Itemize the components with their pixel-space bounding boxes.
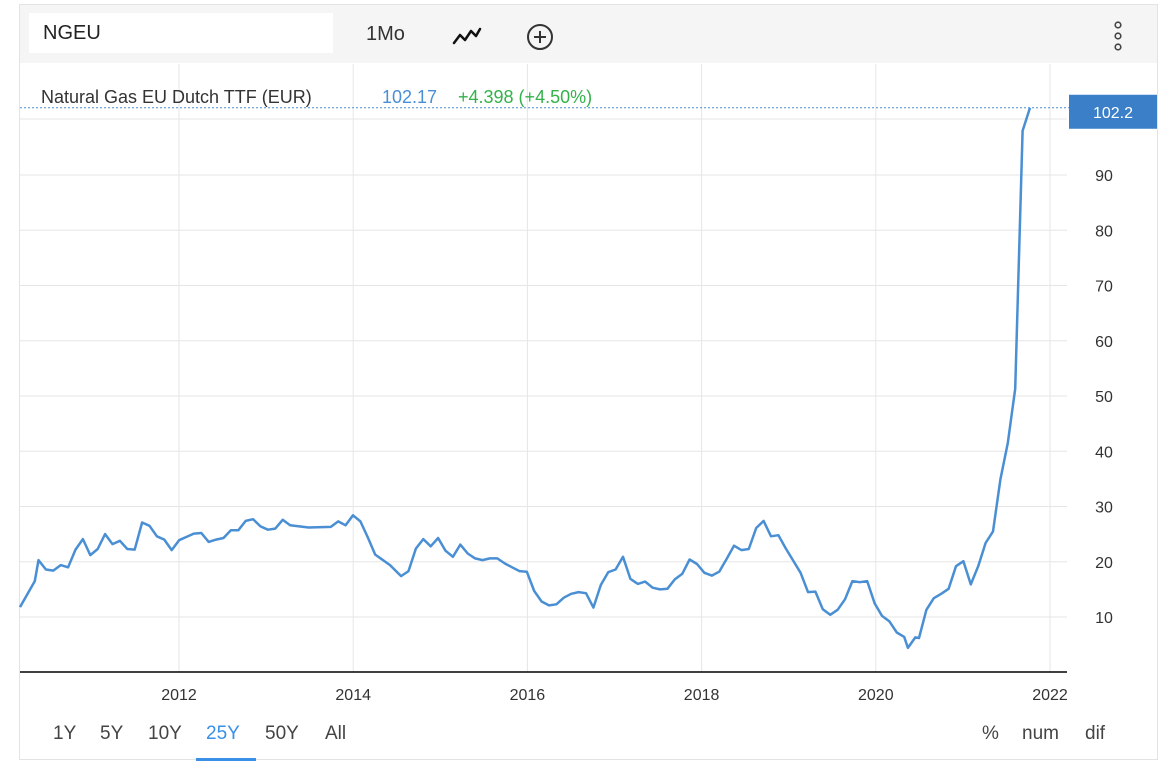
active-range-indicator [196,758,256,761]
interval-selector[interactable]: 1Mo [366,23,405,46]
range-button-5y[interactable]: 5Y [100,723,123,745]
more-options-icon[interactable] [1108,19,1128,53]
mode-button-percent[interactable]: % [982,723,999,745]
symbol-input[interactable]: NGEU [29,13,333,53]
line-chart-icon[interactable] [452,25,482,47]
add-comparison-icon[interactable] [525,22,555,52]
range-button-all[interactable]: All [325,723,346,745]
chart-toolbar: NGEU 1Mo [20,5,1157,63]
chart-widget: NGEU 1Mo 1Y 5Y 10Y 25Y 50Y All % num dif [19,4,1158,761]
range-button-50y[interactable]: 50Y [265,723,299,745]
mode-button-dif[interactable]: dif [1085,723,1105,745]
range-button-1y[interactable]: 1Y [53,723,76,745]
mode-button-num[interactable]: num [1022,723,1059,745]
range-button-25y[interactable]: 25Y [206,723,240,745]
range-button-10y[interactable]: 10Y [148,723,182,745]
